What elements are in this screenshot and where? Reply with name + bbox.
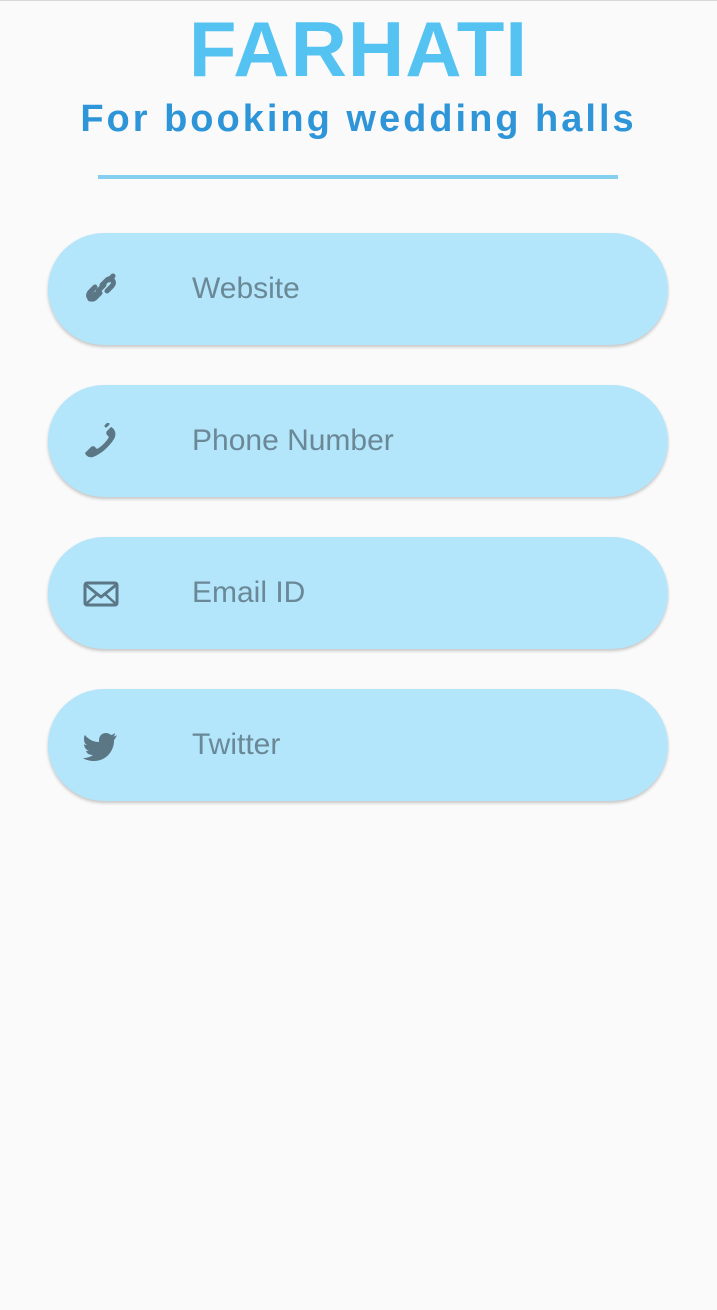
twitter-input[interactable]: [192, 689, 632, 801]
email-field[interactable]: [48, 537, 668, 649]
envelope-icon: [82, 575, 120, 611]
header-divider: [98, 175, 618, 179]
link-icon: [82, 271, 120, 307]
app-subtitle: For booking wedding halls: [80, 98, 637, 140]
phone-icon: [82, 423, 120, 459]
twitter-icon: [82, 727, 120, 763]
twitter-field[interactable]: [48, 689, 668, 801]
website-input[interactable]: [192, 233, 632, 345]
email-id-input[interactable]: [192, 537, 632, 649]
phone-number-input[interactable]: [192, 385, 632, 497]
top-border: [0, 0, 717, 1]
website-field[interactable]: [48, 233, 668, 345]
phone-field[interactable]: [48, 385, 668, 497]
app-title: FARHATI: [188, 5, 529, 93]
